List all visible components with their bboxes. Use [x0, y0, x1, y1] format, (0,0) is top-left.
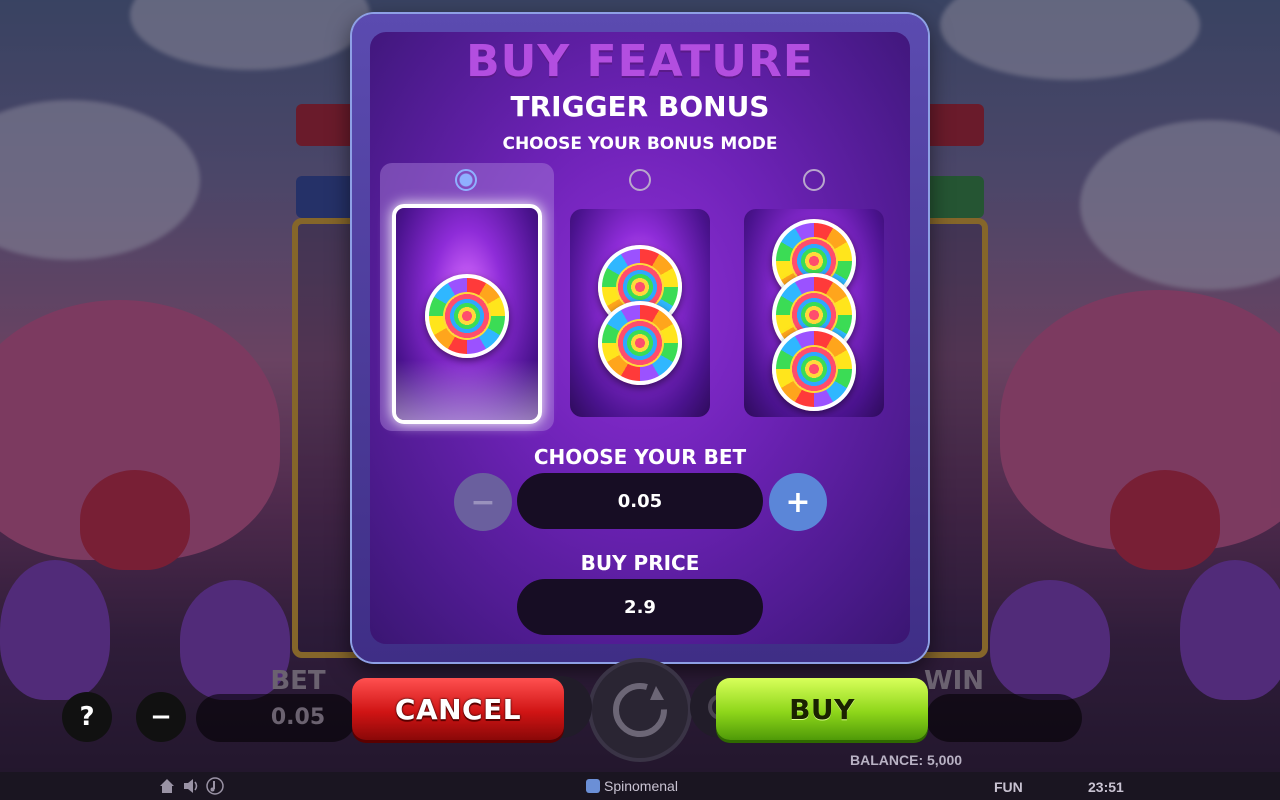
sound-icon[interactable]	[182, 777, 200, 795]
bet-section-label: CHOOSE YOUR BET	[533, 445, 747, 469]
balance-display: BALANCE: 5,000	[850, 752, 963, 768]
bonus-mode-radio-1[interactable]	[455, 169, 477, 191]
dialog-subtitle: TRIGGER BONUS	[510, 90, 770, 123]
bonus-mode-prompt: CHOOSE YOUR BONUS MODE	[502, 134, 778, 154]
spin-icon	[613, 683, 667, 737]
spinomenal-logo-icon	[586, 779, 600, 793]
play-mode: FUN	[994, 779, 1023, 795]
music-icon[interactable]	[206, 777, 224, 795]
help-button[interactable]: ?	[62, 692, 112, 742]
hud-bet-value: 0.05	[270, 705, 326, 730]
bonus-mode-card-1[interactable]	[392, 204, 542, 424]
buy-price-label: BUY PRICE	[580, 551, 700, 575]
cancel-button[interactable]: CANCEL	[352, 678, 564, 740]
bet-increase-button[interactable]: +	[769, 473, 827, 531]
home-icon[interactable]	[158, 777, 176, 795]
dialog-title: BUY FEATURE	[466, 36, 814, 87]
hud-bet-label: BET	[270, 666, 326, 696]
clock: 23:51	[1088, 779, 1124, 795]
bonus-mode-radio-3[interactable]	[803, 169, 825, 191]
lollipop-icon	[425, 274, 509, 358]
bonus-mode-radio-2[interactable]	[629, 169, 651, 191]
bet-value-field: 0.05	[517, 473, 763, 529]
spin-button[interactable]	[592, 662, 688, 758]
bonus-mode-card-2[interactable]	[570, 209, 710, 417]
buy-price-value: 2.9	[517, 579, 763, 635]
lollipop-icon	[598, 301, 682, 385]
bonus-mode-card-3[interactable]	[744, 209, 884, 417]
bet-decrease-button[interactable]: −	[454, 473, 512, 531]
brand-name: Spinomenal	[604, 778, 678, 794]
hud-bet-decrease-button[interactable]: −	[136, 692, 186, 742]
hud-win-field	[926, 694, 1082, 742]
buy-button[interactable]: BUY	[716, 678, 928, 740]
lollipop-icon	[772, 327, 856, 411]
